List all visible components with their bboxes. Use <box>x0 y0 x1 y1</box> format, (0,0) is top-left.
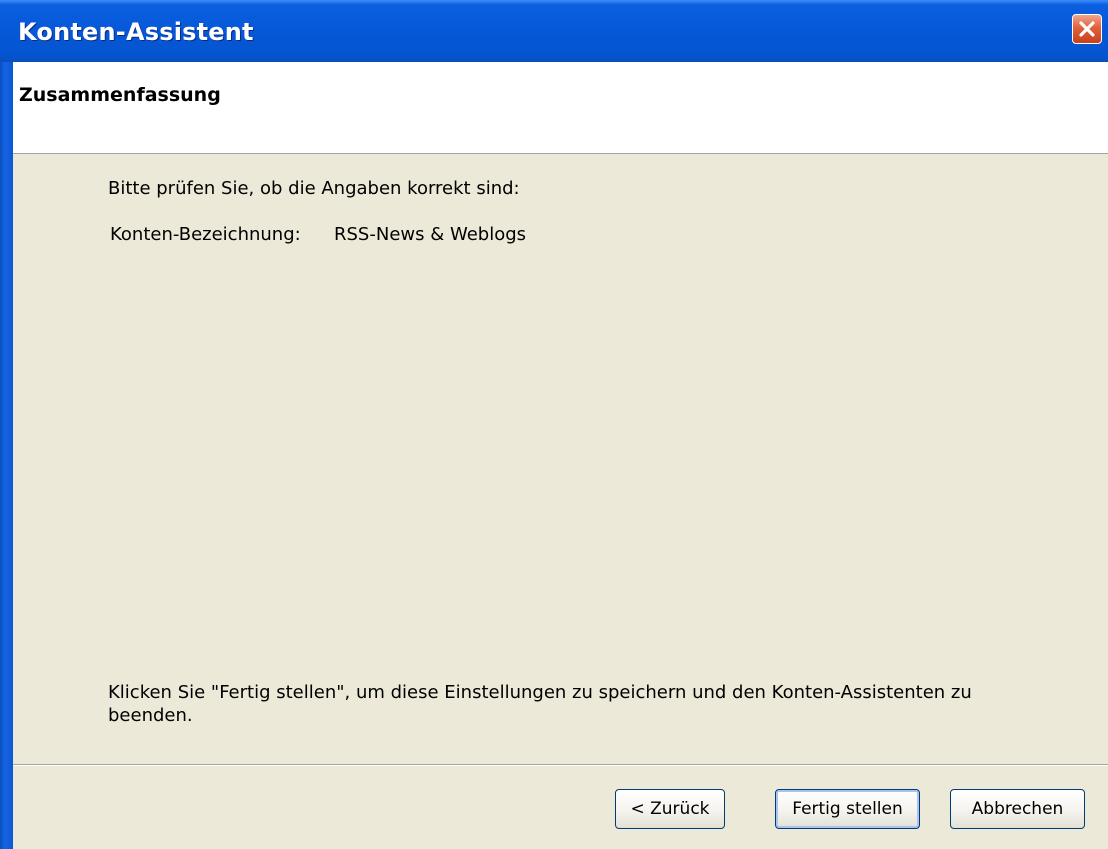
back-button[interactable]: < Zurück <box>615 789 725 829</box>
window-title: Konten-Assistent <box>18 18 254 46</box>
page-title: Zusammenfassung <box>19 84 221 106</box>
window-frame-left <box>0 62 13 849</box>
finish-button[interactable]: Fertig stellen <box>775 789 920 829</box>
wizard-header: Zusammenfassung <box>13 62 1108 154</box>
finish-hint: Klicken Sie "Fertig stellen", um diese E… <box>108 682 972 726</box>
button-bar-divider <box>13 764 1108 766</box>
cancel-button[interactable]: Abbrechen <box>950 789 1085 829</box>
summary-label: Konten-Bezeichnung: <box>110 224 301 245</box>
summary-intro: Bitte prüfen Sie, ob die Angaben korrekt… <box>108 178 520 199</box>
summary-row-account-name: Konten-Bezeichnung: RSS-News & Weblogs <box>110 224 526 245</box>
wizard-content: Bitte prüfen Sie, ob die Angaben korrekt… <box>13 154 1108 764</box>
title-bar[interactable]: Konten-Assistent <box>0 0 1108 62</box>
wizard-window: Konten-Assistent Zusammenfassung Bitte p… <box>0 0 1108 849</box>
summary-value: RSS-News & Weblogs <box>334 224 527 245</box>
close-icon <box>1079 21 1095 37</box>
close-button[interactable] <box>1072 14 1102 44</box>
